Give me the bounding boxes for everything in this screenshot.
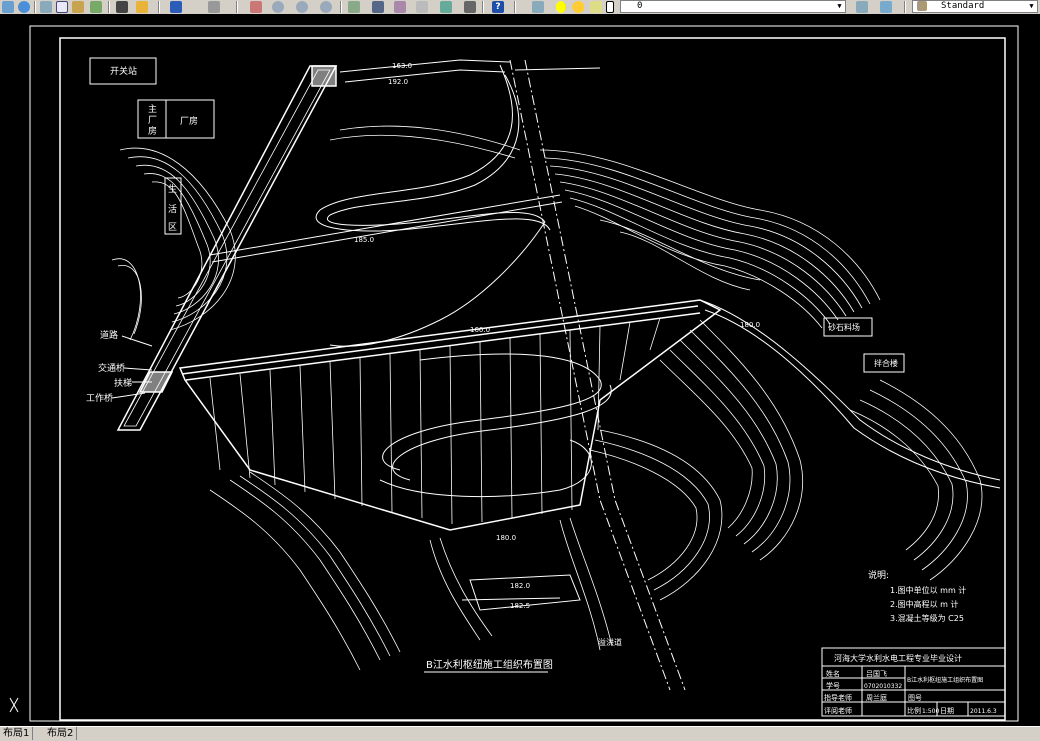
sun-icon[interactable] xyxy=(572,1,584,13)
note-2: 2.图中高程以 m 计 xyxy=(890,599,959,609)
layer-previous-icon[interactable] xyxy=(880,1,892,13)
main-powerhouse-char-3: 房 xyxy=(148,125,157,137)
sheet-set-icon[interactable] xyxy=(416,1,428,13)
title-block-reviewer-label: 评阅老师 xyxy=(824,706,852,715)
tab-layout2[interactable]: 布局2 xyxy=(44,727,78,740)
zoom-previous-icon[interactable] xyxy=(320,1,332,13)
aggregate-plant-label: 砂石料场 xyxy=(828,322,860,332)
markup-icon[interactable] xyxy=(440,1,452,13)
tool-palettes-icon[interactable] xyxy=(394,1,406,13)
living-area-char-2: 活 xyxy=(168,203,177,215)
elevation-label-4: 160.0 xyxy=(470,326,490,334)
tab-layout1[interactable]: 布局1 xyxy=(0,727,34,740)
traffic-bridge-label: 交通桥 xyxy=(98,362,125,374)
design-center-icon[interactable] xyxy=(372,1,384,13)
layer-properties-icon[interactable] xyxy=(532,1,544,13)
note-1: 1.图中单位以 mm 计 xyxy=(890,585,966,595)
match-properties-icon[interactable] xyxy=(90,1,102,13)
chevron-down-icon: ▼ xyxy=(1029,2,1034,10)
drawing-svg: 开关站 主 厂 房 厂房 生 活 区 道路 交通桥 扶梯 工作桥 砂石料场 拌合… xyxy=(9,25,1019,722)
switch-station-label: 开关站 xyxy=(110,65,137,77)
access-road xyxy=(209,59,601,347)
chevron-down-icon: ▼ xyxy=(837,2,842,10)
toolbar: ? 0 ▼ Standard ▼ xyxy=(0,0,1040,15)
work-bridge-label: 工作桥 xyxy=(86,392,113,404)
layer-dropdown[interactable]: 0 ▼ xyxy=(620,0,846,13)
calculator-icon[interactable] xyxy=(464,1,476,13)
title-block-drawing-title: B江水利枢纽施工组织布置图 xyxy=(907,676,983,684)
title-block-name-value: 吕国飞 xyxy=(866,670,887,678)
pan-icon[interactable] xyxy=(250,1,262,13)
layer-name: 0 xyxy=(637,1,643,11)
brush-icon[interactable] xyxy=(116,1,128,13)
lightbulb-icon[interactable] xyxy=(556,1,565,13)
copy-icon[interactable] xyxy=(56,1,68,13)
properties-icon[interactable] xyxy=(348,1,360,13)
road-label: 道路 xyxy=(100,329,118,341)
living-area-char-1: 生 xyxy=(168,183,177,195)
elevation-label-7: 182.5 xyxy=(510,602,530,610)
title-block-name-label: 姓名 xyxy=(826,669,840,678)
spillway-label: 溢洪道 xyxy=(598,637,622,647)
drawing-frame xyxy=(59,37,1006,721)
layer-manager-icon[interactable] xyxy=(2,1,14,13)
elevation-label-2: 163.0 xyxy=(392,62,412,70)
paste-icon[interactable] xyxy=(72,1,84,13)
make-current-layer-icon[interactable] xyxy=(856,1,868,13)
layout-tab-bar: 布局1 布局2 xyxy=(0,726,1040,741)
title-block-scale-value: 1:500 xyxy=(922,708,939,715)
elevation-label-3: 185.0 xyxy=(354,236,374,244)
zoom-window-icon[interactable] xyxy=(296,1,308,13)
dam-hatch xyxy=(209,317,661,525)
living-area-char-3: 区 xyxy=(168,222,177,233)
elevation-label-5: 180.0 xyxy=(496,534,516,542)
title-block-date-label: 日期 xyxy=(940,707,954,715)
color-swatch-icon[interactable] xyxy=(606,1,614,13)
main-powerhouse-char-2: 厂 xyxy=(148,115,157,126)
title-block-id-value: 0702010332 xyxy=(864,683,902,690)
plant-label: 厂房 xyxy=(180,115,198,127)
concrete-plant-label: 拌合楼 xyxy=(874,358,898,368)
title-block-advisor-label: 指导老师 xyxy=(824,693,852,702)
title-block-scale-label: 比例 xyxy=(907,706,921,715)
help-icon[interactable]: ? xyxy=(492,1,504,13)
zoom-realtime-icon[interactable] xyxy=(272,1,284,13)
elevation-label-1: 192.0 xyxy=(388,78,408,86)
elevation-label-6: 182.0 xyxy=(510,582,530,590)
text-style-name: Standard xyxy=(941,1,985,11)
title-block-university: 河海大学水利水电工程专业毕业设计 xyxy=(834,653,962,663)
redo-icon[interactable] xyxy=(208,1,220,13)
undo-icon[interactable] xyxy=(170,1,182,13)
text-style-dropdown[interactable]: Standard ▼ xyxy=(912,0,1038,13)
stair-label: 扶梯 xyxy=(114,377,132,389)
title-block-id-label: 学号 xyxy=(826,681,840,690)
paper-border xyxy=(29,25,1019,722)
note-3: 3.混凝土等级为 C25 xyxy=(890,613,964,623)
cut-icon[interactable] xyxy=(40,1,52,13)
ucs-icon xyxy=(9,697,19,713)
drawing-canvas[interactable]: 开关站 主 厂 房 厂房 生 活 区 道路 交通桥 扶梯 工作桥 砂石料场 拌合… xyxy=(0,14,1040,726)
globe-icon[interactable] xyxy=(18,1,30,13)
text-style-icon xyxy=(917,1,927,11)
title-block-figno-label: 图号 xyxy=(908,694,922,702)
pencil-icon[interactable] xyxy=(136,1,148,13)
notes-title: 说明: xyxy=(868,569,889,581)
elevation-label-8: 180.0 xyxy=(740,321,760,329)
drawing-title: B江水利枢纽施工组织布置图 xyxy=(426,658,553,671)
title-block-advisor-value: 周兰庭 xyxy=(866,693,887,702)
lock-icon[interactable] xyxy=(590,1,602,13)
main-powerhouse-char-1: 主 xyxy=(148,103,157,115)
river-loop xyxy=(379,353,612,498)
title-block-date-value: 2011.6.3 xyxy=(970,708,997,715)
